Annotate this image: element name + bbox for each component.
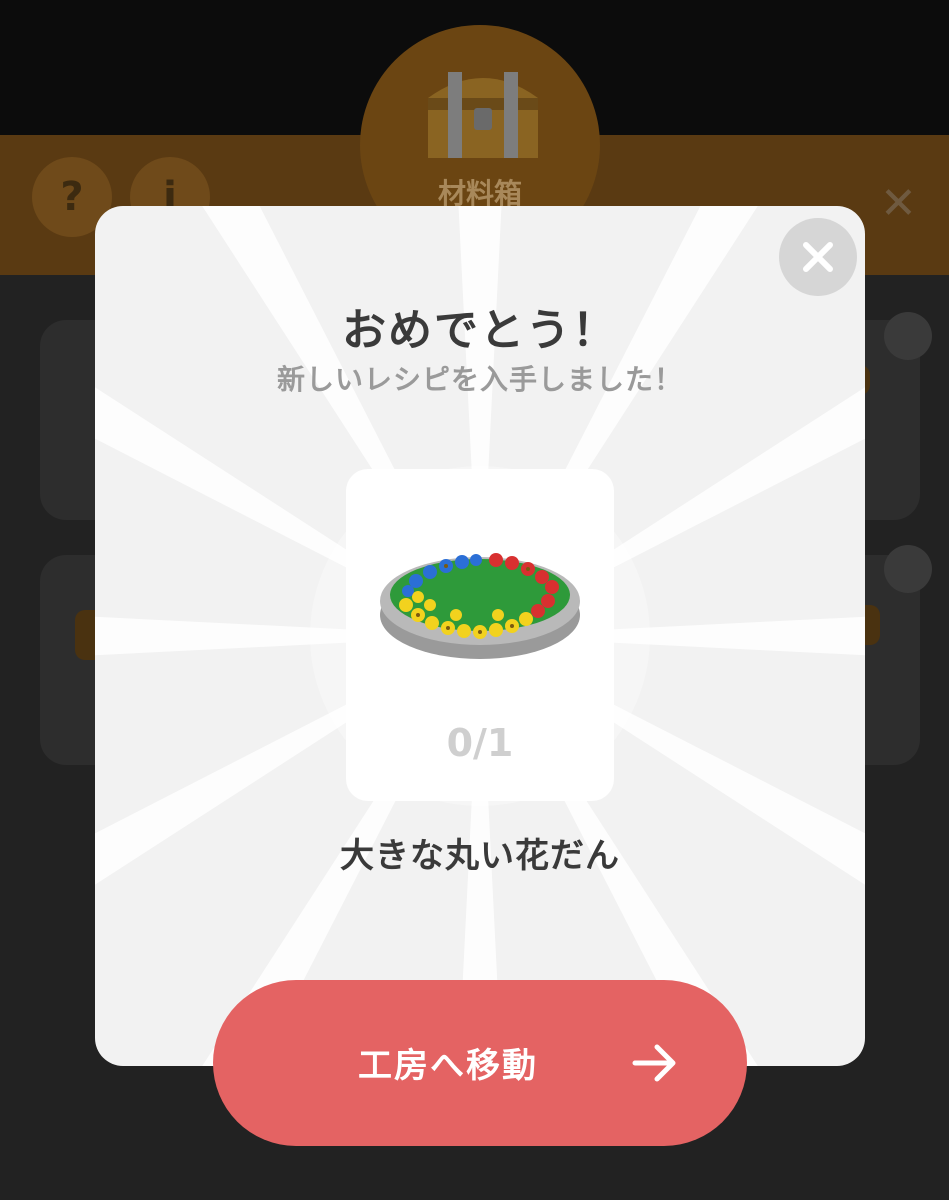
dialog-close-button[interactable]: [779, 218, 857, 296]
go-to-workshop-label: 工房へ移動: [358, 1046, 538, 1086]
panel-close-button[interactable]: ✕: [880, 178, 917, 229]
recipe-item-name: 大きな丸い花だん: [340, 836, 620, 876]
hammer-icon: [884, 312, 932, 360]
go-to-workshop-button[interactable]: 工房へ移動: [213, 980, 747, 1146]
recipe-progress-count: 0/1: [446, 721, 514, 765]
hammer-icon: [884, 545, 932, 593]
dialog-title: おめでとう！: [342, 305, 618, 356]
dialog-subtitle: 新しいレシピを入手しました！: [276, 363, 683, 396]
round-flowerbed-image: [374, 553, 586, 659]
treasure-chest-icon: [428, 72, 538, 158]
close-icon: [803, 242, 833, 272]
recipe-item-card: 0/1: [346, 469, 614, 801]
arrow-right-icon: [632, 1044, 676, 1082]
game-screen: 材料箱 ? i ✕ おめでとう！ 新しいレシピを入手しました！ 0/1 大きな丸…: [0, 0, 949, 1200]
recipe-acquired-dialog: おめでとう！ 新しいレシピを入手しました！ 0/1 大きな丸い花だん: [95, 206, 865, 1066]
